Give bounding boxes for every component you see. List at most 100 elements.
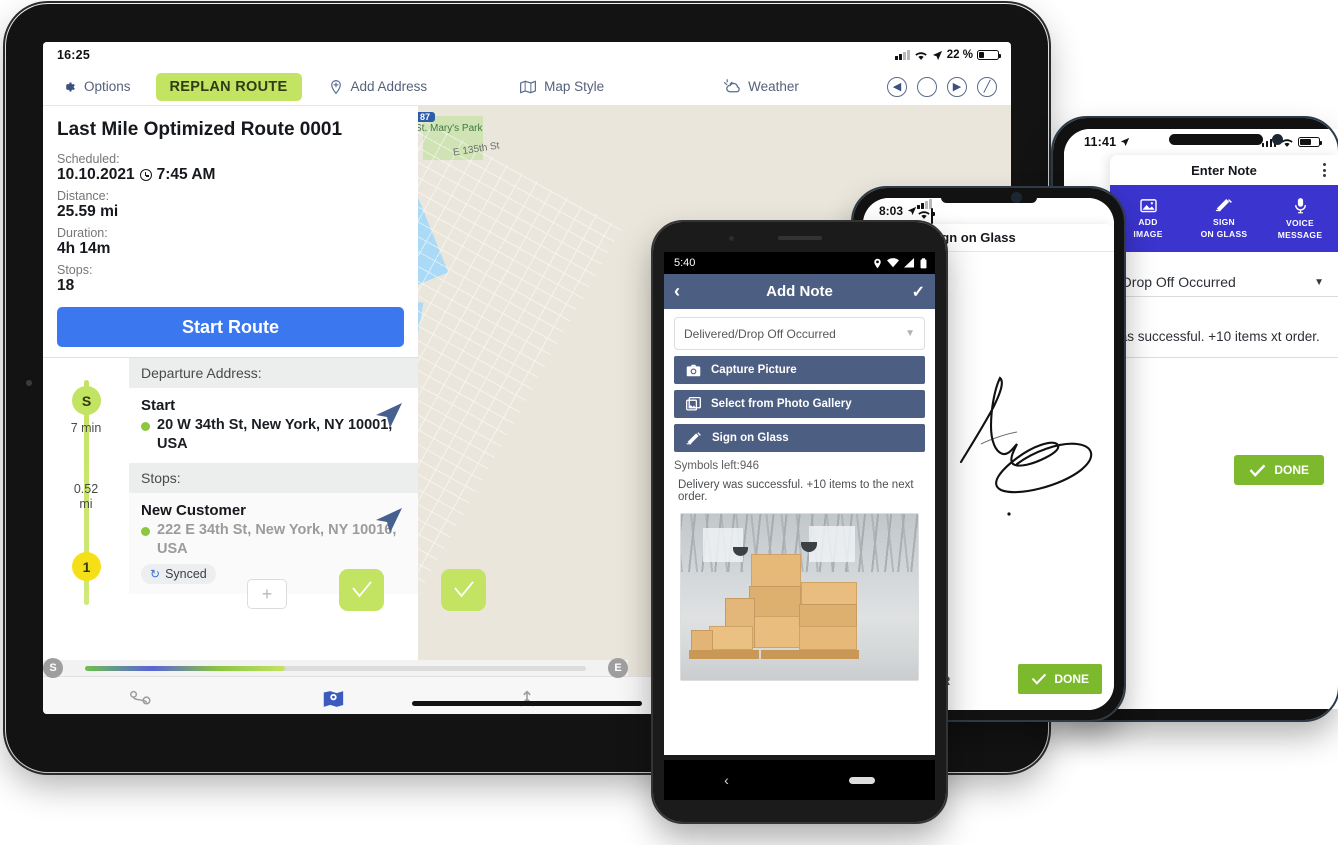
select-from-gallery-button[interactable]: Select from Photo Gallery	[674, 390, 925, 418]
overflow-menu-icon[interactable]	[1323, 163, 1326, 177]
scroll-end-badge: E	[608, 658, 628, 678]
location-arrow-icon	[932, 50, 942, 60]
front-camera	[729, 236, 734, 241]
note-text-area[interactable]: was successful. +10 items xt order.	[1110, 297, 1338, 358]
navigate-arrow-icon[interactable]	[374, 402, 404, 430]
timeline-node-start[interactable]: S	[72, 386, 101, 416]
note-type-select[interactable]: Delivered/Drop Off Occurred ▼	[674, 317, 925, 350]
done-button[interactable]: DONE	[1234, 455, 1324, 485]
gallery-icon	[686, 397, 701, 411]
departure-section-header: Departure Address:	[129, 358, 418, 389]
device-speaker	[777, 236, 822, 240]
note-type-value: d/Drop Off Occurred	[1110, 274, 1236, 290]
capture-picture-button[interactable]: Capture Picture	[674, 356, 925, 384]
timeline-leg-distance: 0.52 mi	[73, 482, 99, 511]
cardboard-box	[751, 554, 801, 588]
status-time: 8:03	[879, 204, 904, 218]
android-home-button[interactable]	[848, 776, 875, 784]
next-stop-button[interactable]: ▶	[947, 76, 967, 97]
previous-stop-button[interactable]: ◀	[887, 76, 907, 97]
back-button[interactable]: ‹	[674, 281, 680, 302]
check-icon	[1032, 673, 1047, 685]
mark-departed-button[interactable]	[441, 569, 486, 612]
tab-destinations[interactable]: Destinations	[237, 677, 431, 714]
ios-status-bar: 16:25 22 %	[43, 42, 1011, 68]
sign-on-glass-button[interactable]: Sign on Glass	[674, 424, 925, 452]
tab-directions[interactable]: Directions	[430, 677, 624, 714]
pallet	[805, 650, 859, 659]
pallet	[689, 650, 759, 659]
phone-add-note-screen: 5:40 ‹ Add Note ✓ Delivered/Drop Off Occ…	[664, 252, 935, 755]
add-location-pin-icon	[330, 79, 341, 94]
tab-routes[interactable]: Routes	[43, 677, 237, 714]
status-right-cluster: 22 %	[895, 42, 1002, 68]
sign-done-button[interactable]: DONE	[1018, 664, 1102, 694]
scrollbar-thumb[interactable]	[85, 665, 286, 671]
map-style-button[interactable]: Map Style	[519, 79, 604, 95]
enter-note-dialog: Enter Note ADD IMAGE SIGN ON GLASS VOICE…	[1110, 155, 1338, 709]
timeline-node-1[interactable]: 1	[72, 552, 101, 582]
cellular-signal-icon	[917, 199, 933, 209]
battery-icon	[920, 257, 927, 268]
battery-icon	[977, 49, 1002, 61]
warehouse-lamp	[733, 547, 748, 556]
weather-cloud-sun-icon	[724, 78, 740, 92]
signature-icon	[1215, 198, 1232, 212]
add-address-button[interactable]: Add Address	[328, 79, 427, 95]
tablet-camera	[26, 380, 32, 386]
microphone-icon	[1294, 197, 1306, 214]
scheduled-label: Scheduled:	[57, 152, 120, 167]
signature-canvas[interactable]	[921, 334, 1114, 564]
stop-rows: Departure Address: Start 20 W 34th St, N…	[129, 358, 486, 612]
weather-button[interactable]: Weather	[722, 78, 799, 95]
horizontal-scrollbar[interactable]: S E	[43, 658, 628, 678]
departure-row[interactable]: Start 20 W 34th St, New York, NY 10001, …	[129, 388, 418, 464]
ios-home-indicator	[412, 701, 642, 706]
device-speaker	[1169, 134, 1263, 145]
wifi-icon	[918, 211, 930, 219]
distance-value: 25.59 mi	[57, 203, 119, 221]
departure-name: Start	[141, 397, 176, 415]
note-text-area[interactable]: Delivery was successful. +10 items to th…	[674, 479, 925, 503]
note-type-select[interactable]: d/Drop Off Occurred ▼	[1110, 274, 1338, 297]
warehouse-beams	[681, 514, 918, 572]
mark-visited-button[interactable]	[339, 569, 384, 612]
button-line2: ON GLASS	[1200, 228, 1248, 239]
status-right-cluster	[1261, 129, 1323, 155]
front-camera	[1272, 134, 1283, 145]
scrollbar-track[interactable]	[85, 665, 586, 671]
status-right-cluster	[873, 257, 927, 269]
replan-route-button[interactable]: REPLAN ROUTE	[155, 72, 302, 101]
cardboard-box	[725, 598, 755, 648]
route-meta: Scheduled: 10.10.2021 7:45 AM Distance: …	[43, 141, 418, 295]
stop-address: 222 E 34th St, New York, NY 10016, USA	[141, 521, 406, 558]
status-time: 16:25	[57, 48, 90, 62]
voice-message-button[interactable]: VOICE MESSAGE	[1262, 185, 1338, 252]
check-icon	[1249, 464, 1266, 477]
stops-value: 18	[57, 277, 75, 295]
cardboard-box	[749, 586, 801, 618]
destinations-icon	[324, 691, 344, 707]
start-route-button[interactable]: Start Route	[57, 307, 404, 348]
recenter-button[interactable]	[917, 76, 937, 97]
location-arrow-icon	[907, 206, 917, 216]
add-stop-button[interactable]: +	[247, 579, 287, 610]
confirm-button[interactable]: ✓	[912, 282, 925, 302]
compass-button[interactable]: ╱	[977, 76, 997, 97]
wifi-icon	[887, 258, 899, 268]
clock-icon	[139, 169, 152, 182]
sign-on-glass-button[interactable]: SIGN ON GLASS	[1186, 185, 1262, 252]
status-time: 5:40	[674, 257, 696, 269]
stop-row-1[interactable]: New Customer 222 E 34th St, New York, NY…	[129, 493, 486, 612]
cardboard-box	[799, 604, 857, 628]
warehouse-floor	[681, 644, 918, 680]
duration-label: Duration:	[57, 226, 108, 241]
map-style-label: Map Style	[544, 79, 605, 94]
routes-icon	[129, 690, 151, 705]
android-back-button[interactable]: ‹	[724, 772, 729, 788]
attached-photo[interactable]	[680, 513, 919, 681]
navigate-arrow-icon[interactable]	[374, 507, 404, 535]
options-button[interactable]: Options	[61, 79, 131, 95]
symbols-left-counter: Symbols left:946	[674, 460, 760, 472]
sync-status-badge: ↻ Synced	[141, 564, 216, 585]
